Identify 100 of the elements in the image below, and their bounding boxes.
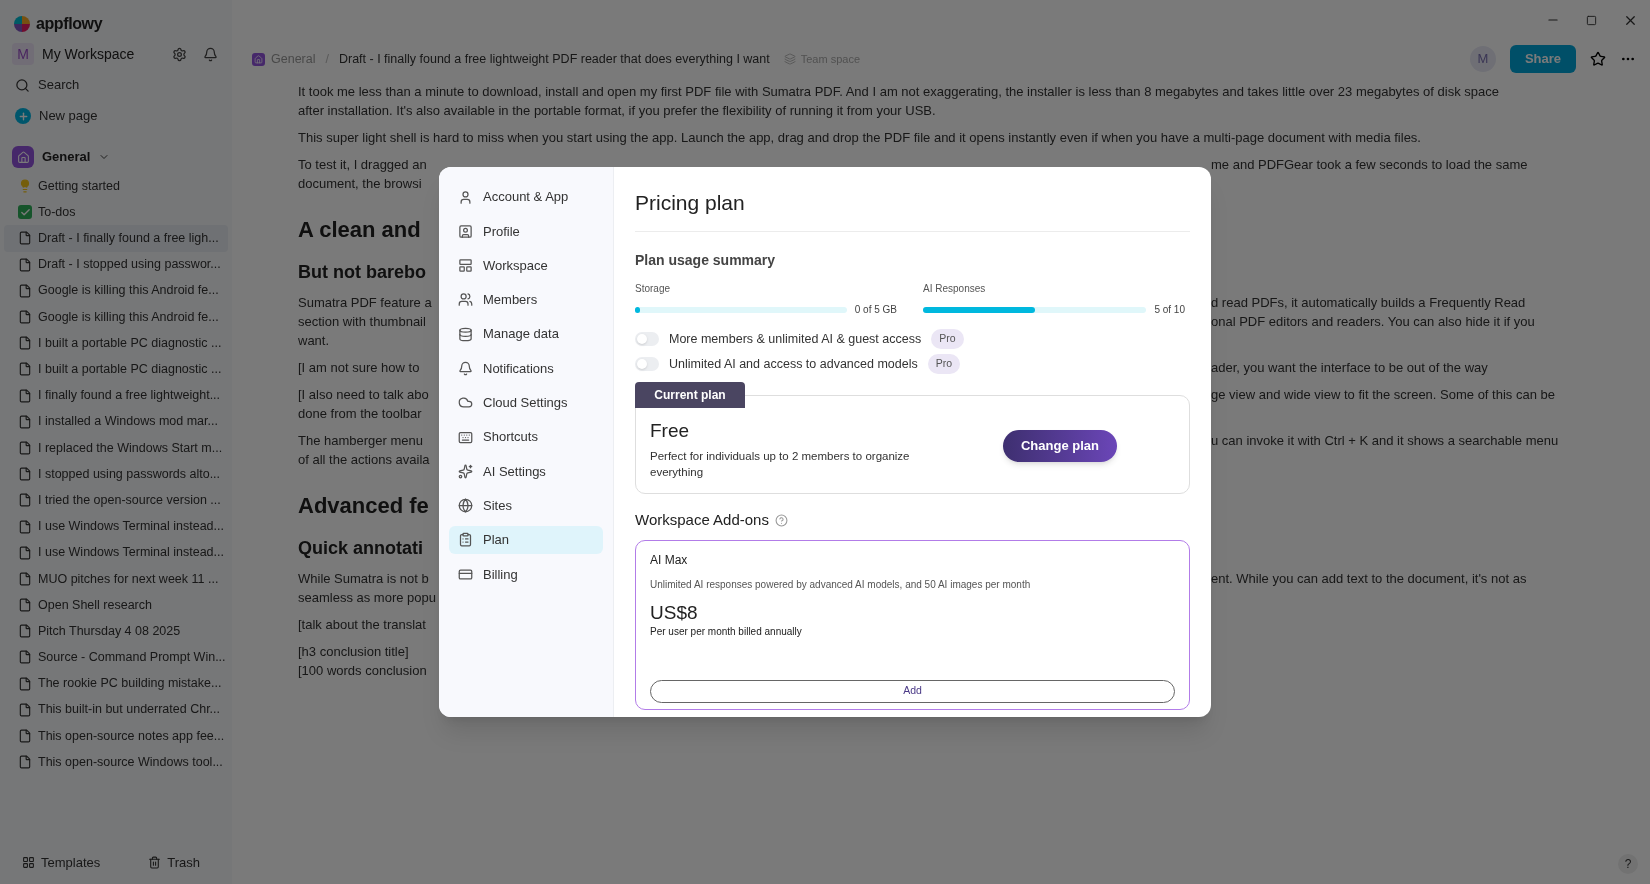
page-item[interactable]: This open-source notes app fee... <box>4 722 228 750</box>
page-item[interactable]: I use Windows Terminal instead... <box>4 539 228 566</box>
meter-reading: 0 of 5 GB <box>854 303 897 317</box>
nav-item[interactable]: Cloud Settings <box>449 388 603 417</box>
page-item[interactable]: Source - Command Prompt Win... <box>4 644 228 671</box>
clipboard-icon <box>458 532 473 548</box>
user-avatar[interactable]: M <box>1470 46 1496 72</box>
nav-item[interactable]: Sites <box>449 491 603 520</box>
page-item[interactable]: I built a portable PC diagnostic ... <box>4 356 228 383</box>
nav-item[interactable]: Notifications <box>449 354 603 383</box>
page-item[interactable]: Google is killing this Android fe... <box>4 277 228 304</box>
paragraph-line: onal PDF editors and readers. You can also hide it if you <box>1211 313 1535 331</box>
page-item[interactable]: MUO pitches for next week 11 ... <box>4 565 228 592</box>
toggle-switch[interactable] <box>635 332 659 346</box>
person-icon <box>458 189 473 205</box>
paragraph-line: This super light shell is hard to miss when you start using the app. Launch the app, drag and drop the PDF file and it opens instantly even if when you have a multi-page document with media files. <box>298 129 1421 147</box>
section-title: Plan usage summary <box>635 251 777 270</box>
file-icon <box>18 493 32 508</box>
page-item[interactable]: Open Shell research <box>4 592 228 619</box>
pro-badge: Pro <box>927 354 961 374</box>
bell-icon[interactable] <box>203 46 218 62</box>
help-button[interactable]: ? <box>1618 854 1638 874</box>
paragraph-line: ader, you want the interface to be out of the way <box>1211 359 1488 377</box>
workspace-name[interactable]: My Workspace <box>42 43 135 65</box>
grid-icon <box>22 855 35 869</box>
page-item[interactable]: This open-source Windows tool... <box>4 749 228 776</box>
page-item[interactable]: I built a portable PC diagnostic ... <box>4 330 228 357</box>
paragraph-line: While Sumatra is not b <box>298 570 429 588</box>
page-item[interactable]: The rookie PC building mistake... <box>4 670 228 697</box>
page-item[interactable]: I use Windows Terminal instead... <box>4 513 228 540</box>
page-item[interactable]: Getting started <box>4 173 228 200</box>
file-icon <box>18 440 32 455</box>
maximize-icon[interactable] <box>1586 14 1597 26</box>
file-icon <box>18 624 32 639</box>
nav-item[interactable]: AI Settings <box>449 457 603 486</box>
nav-item[interactable]: Workspace <box>449 251 603 280</box>
file-icon <box>18 598 32 613</box>
page-item[interactable]: To-dos <box>4 199 228 226</box>
heading: Advanced fe <box>298 492 429 520</box>
database-icon <box>458 326 473 342</box>
workspace-avatar[interactable]: M <box>12 43 34 65</box>
meter-label: AI Responses <box>923 282 987 296</box>
file-icon <box>18 467 32 482</box>
paragraph-line: done from the toolbar <box>298 405 422 423</box>
page-item[interactable]: I installed a Windows mod mar... <box>4 408 228 435</box>
settings-icon[interactable] <box>172 46 187 62</box>
file-icon <box>18 545 32 560</box>
sidebar-action[interactable]: New page <box>0 102 232 130</box>
plan-description: Perfect for individuals up to 2 members to organize everything <box>650 448 911 480</box>
page-item[interactable]: Draft - I stopped using passwor... <box>4 251 228 278</box>
paragraph-line: The hamberger menu <box>298 432 423 450</box>
breadcrumb[interactable]: Draft - I finally found a free lightweight PDF reader that does everything I want <box>338 49 770 69</box>
nav-item[interactable]: Shortcuts <box>449 423 603 452</box>
sidebar-action[interactable]: Search <box>0 71 232 99</box>
toggle-switch[interactable] <box>635 357 659 371</box>
change-plan-button[interactable]: Change plan <box>1003 429 1117 462</box>
nav-item[interactable]: Billing <box>449 560 603 589</box>
heading: Quick annotati <box>298 537 423 560</box>
page-item[interactable]: This built-in but underrated Chr... <box>4 696 228 723</box>
footer-link[interactable]: Trash <box>148 852 200 872</box>
paragraph-line: It took me less than a minute to download, install and open my first PDF file with Sumatra PDF. And I am not exaggerating, the installer is less than 8 megabytes and takes little over 23 megabytes of disk space <box>298 83 1499 101</box>
keyboard-icon <box>458 429 473 445</box>
globe-icon <box>458 498 473 514</box>
page-item[interactable]: I stopped using passwords alto... <box>4 461 228 488</box>
plus-icon <box>15 108 31 124</box>
paragraph-line: [I also need to talk abo <box>298 386 429 404</box>
nav-item[interactable]: Account & App <box>449 183 603 211</box>
page-item[interactable]: Google is killing this Android fe... <box>4 303 228 331</box>
addon-name: AI Max <box>650 551 689 569</box>
page-item[interactable]: Pitch Thursday 4 08 2025 <box>4 618 228 645</box>
footer-link[interactable]: Templates <box>22 852 101 872</box>
heading: A clean and <box>298 216 421 244</box>
space-icon <box>252 52 265 66</box>
file-icon <box>18 519 32 534</box>
nav-item[interactable]: Manage data <box>449 320 603 349</box>
file-icon <box>18 571 32 586</box>
search-icon <box>15 77 30 93</box>
card-icon <box>458 566 473 582</box>
home-icon <box>12 146 34 168</box>
nav-item[interactable]: Plan <box>449 525 603 554</box>
file-icon <box>18 650 32 665</box>
page-item[interactable]: I replaced the Windows Start m... <box>4 434 228 462</box>
space-header[interactable]: General <box>0 142 232 172</box>
file-icon <box>18 310 32 325</box>
page-item[interactable]: I finally found a free lightweight... <box>4 382 228 409</box>
paragraph-line: Sumatra PDF feature a <box>298 294 432 312</box>
nav-item[interactable]: Members <box>449 285 603 314</box>
paragraph-line: d read PDFs, it automatically builds a Frequently Read <box>1211 294 1526 312</box>
share-button[interactable]: Share <box>1510 45 1576 73</box>
file-icon <box>18 388 32 403</box>
help-icon[interactable] <box>774 513 788 527</box>
file-icon <box>18 676 32 691</box>
star-icon[interactable] <box>1590 51 1606 67</box>
paragraph-line: [I am not sure how to <box>298 359 420 377</box>
file-icon <box>18 729 32 744</box>
breadcrumb-separator: / <box>325 50 329 68</box>
nav-item[interactable]: Profile <box>449 217 603 246</box>
paragraph-line: [h3 conclusion title] <box>298 643 409 661</box>
page-item[interactable]: I tried the open-source version ... <box>4 487 228 514</box>
paragraph-line: section with thumbnail <box>298 313 426 331</box>
